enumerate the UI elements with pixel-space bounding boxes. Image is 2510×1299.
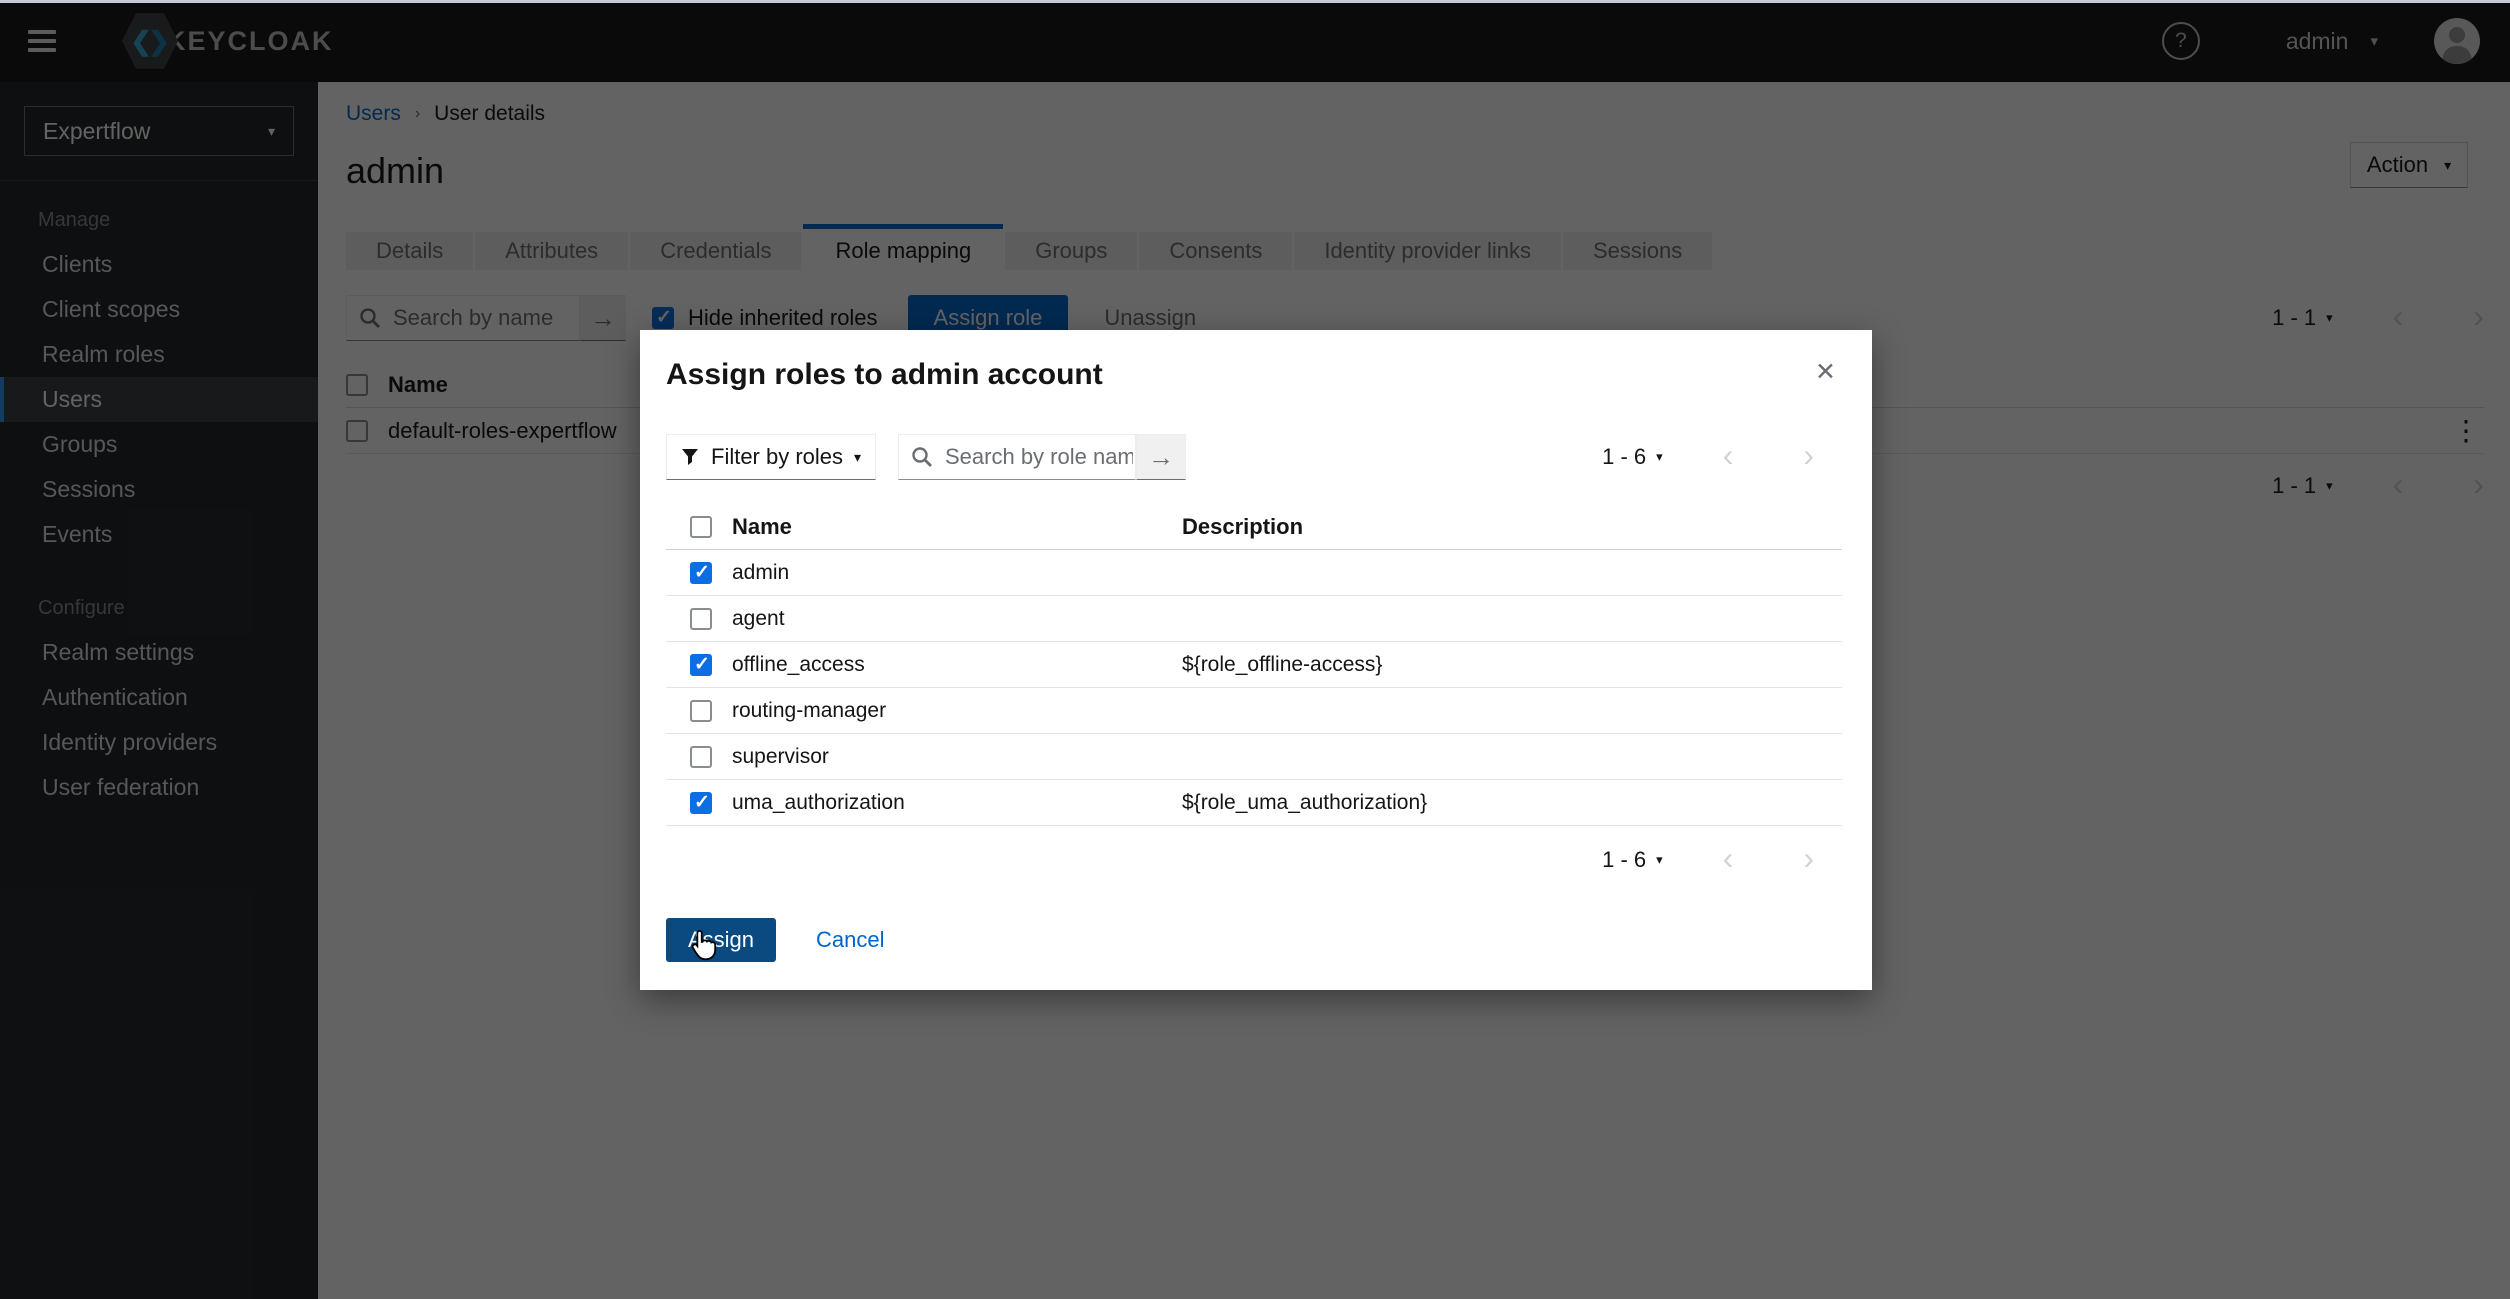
search-by-role-name: → <box>898 434 1186 480</box>
role-name: offline_access <box>732 653 1182 677</box>
modal-pagination-bottom: 1 - 6 ▾ ‹ › <box>1602 842 1814 878</box>
pagination-range: 1 - 6 <box>1602 847 1646 873</box>
role-row: uma_authorization ${role_uma_authorizati… <box>666 780 1842 826</box>
role-checkbox[interactable] <box>690 654 712 676</box>
role-description: ${role_offline-access} <box>1182 653 1382 677</box>
chevron-left-icon[interactable]: ‹ <box>1723 842 1734 878</box>
chevron-down-icon[interactable]: ▾ <box>1656 449 1663 465</box>
search-field[interactable] <box>898 434 1136 480</box>
select-all-checkbox[interactable] <box>690 516 712 538</box>
arrow-right-icon: → <box>1148 442 1174 473</box>
role-checkbox[interactable] <box>690 562 712 584</box>
search-submit-button[interactable]: → <box>1136 434 1186 480</box>
filter-by-roles-dropdown[interactable]: Filter by roles ▾ <box>666 434 876 480</box>
filter-icon <box>681 448 699 466</box>
modal-header: Assign roles to admin account ✕ <box>666 358 1842 392</box>
chevron-right-icon[interactable]: › <box>1803 842 1814 878</box>
close-icon[interactable]: ✕ <box>1809 358 1842 387</box>
search-icon <box>911 446 933 468</box>
keycloak-admin-console: ❮ ❯ KEYCLOAK ? admin ▾ Expertflow ▾ <box>0 0 2510 1299</box>
modal-title: Assign roles to admin account <box>666 358 1103 392</box>
roles-table-body: admin agent offline_access ${role_offlin… <box>666 550 1842 826</box>
role-checkbox[interactable] <box>690 608 712 630</box>
role-description: ${role_uma_authorization} <box>1182 791 1427 815</box>
roles-table: Name Description admin agent <box>666 504 1842 826</box>
pagination-range: 1 - 6 <box>1602 444 1646 470</box>
role-row: routing-manager <box>666 688 1842 734</box>
window-top-edge <box>0 0 2510 3</box>
chevron-down-icon: ▾ <box>854 449 861 466</box>
role-row: admin <box>666 550 1842 596</box>
role-name: agent <box>732 607 1182 631</box>
role-name: admin <box>732 561 1182 585</box>
role-checkbox[interactable] <box>690 792 712 814</box>
role-row: supervisor <box>666 734 1842 780</box>
name-column-header: Name <box>732 514 1182 540</box>
chevron-left-icon[interactable]: ‹ <box>1723 439 1734 475</box>
role-name: supervisor <box>732 745 1182 769</box>
chevron-down-icon[interactable]: ▾ <box>1656 852 1663 868</box>
assign-roles-modal: Assign roles to admin account ✕ Filter b… <box>640 330 1872 990</box>
modal-pagination-top: 1 - 6 ▾ ‹ › <box>1602 439 1842 475</box>
modal-toolbar: Filter by roles ▾ → 1 - 6 ▾ ‹ <box>666 434 1842 480</box>
modal-footer: Assign Cancel <box>666 918 1842 964</box>
role-row: agent <box>666 596 1842 642</box>
role-search-input[interactable] <box>943 443 1135 471</box>
table-header-row: Name Description <box>666 504 1842 550</box>
filter-label: Filter by roles <box>711 444 843 470</box>
role-checkbox[interactable] <box>690 746 712 768</box>
role-row: offline_access ${role_offline-access} <box>666 642 1842 688</box>
role-name: uma_authorization <box>732 791 1182 815</box>
assign-button[interactable]: Assign <box>666 918 776 962</box>
role-checkbox[interactable] <box>690 700 712 722</box>
description-column-header: Description <box>1182 514 1303 540</box>
role-name: routing-manager <box>732 699 1182 723</box>
cancel-button[interactable]: Cancel <box>816 927 884 953</box>
chevron-right-icon[interactable]: › <box>1803 439 1814 475</box>
modal-pagination-bottom-row: 1 - 6 ▾ ‹ › <box>666 842 1842 878</box>
